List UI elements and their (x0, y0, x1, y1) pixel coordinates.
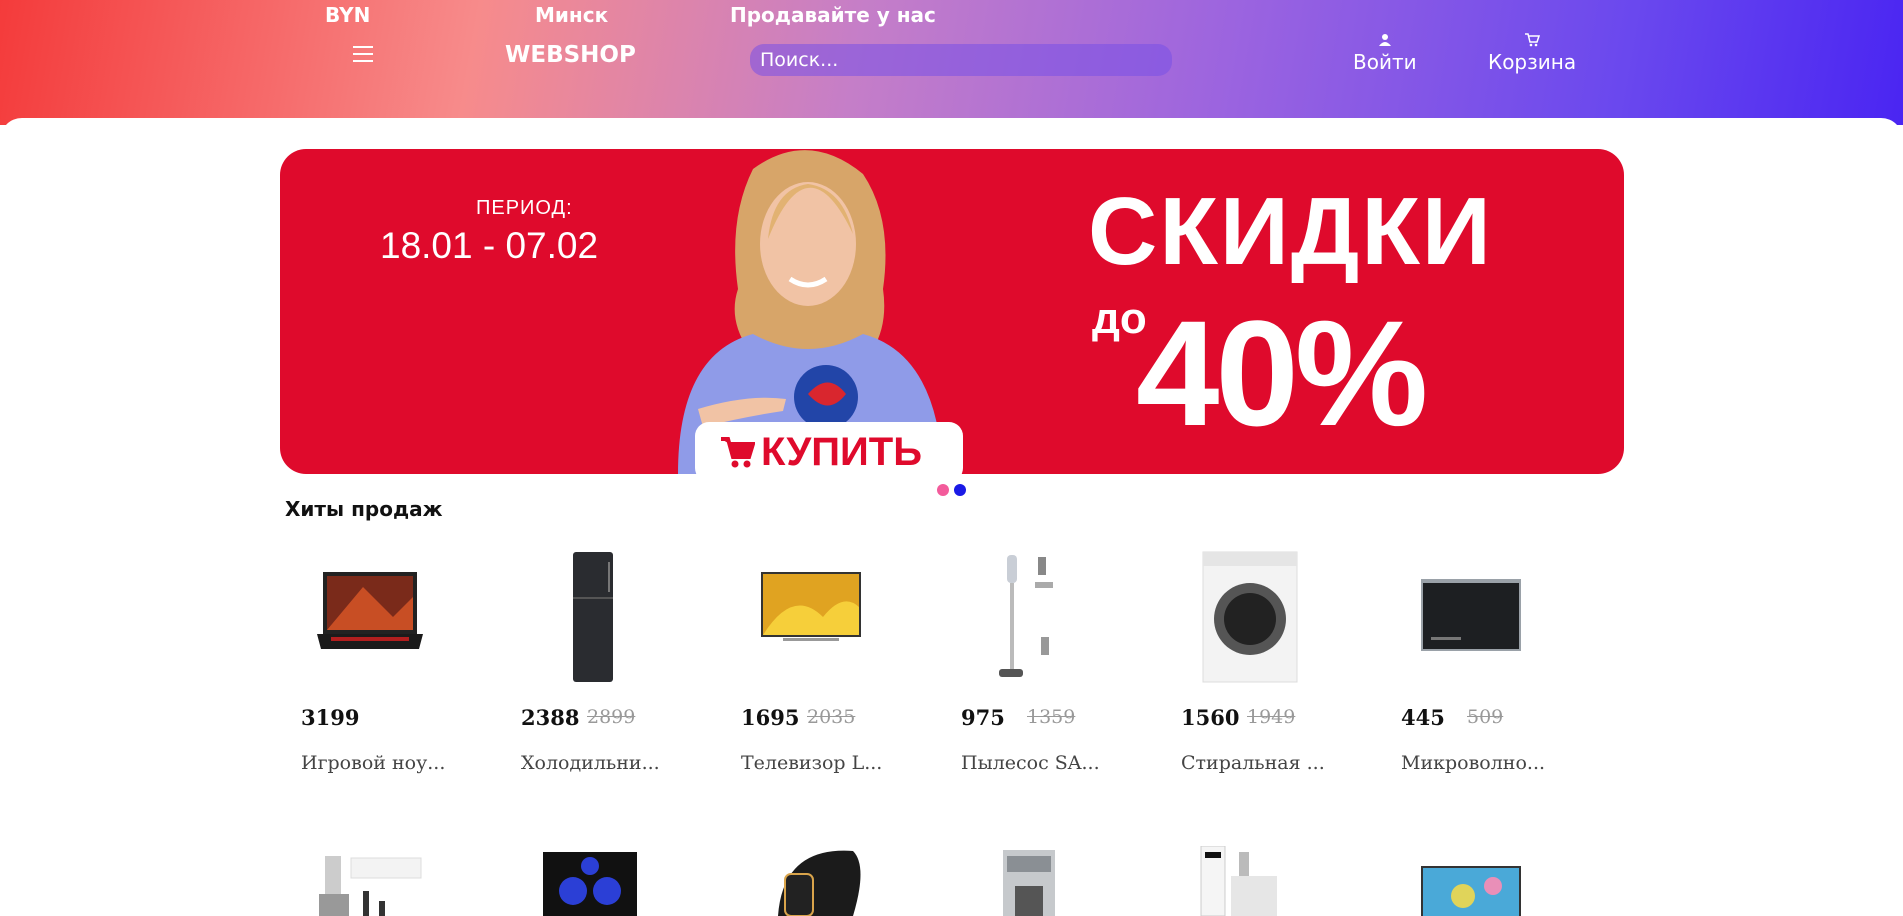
product-name[interactable]: Холодильни... (521, 752, 660, 774)
product-name[interactable]: Микроволно... (1401, 752, 1545, 774)
product-card[interactable]: 1695 2035 Телевизор L... (723, 547, 923, 777)
city-selector[interactable]: Минск (535, 3, 608, 27)
product-price: 975 (961, 705, 1005, 730)
speaker-system-icon[interactable] (503, 846, 703, 916)
cart-label: Корзина (1488, 50, 1577, 74)
vacuum-icon (999, 555, 1053, 677)
product-price: 1560 (1181, 705, 1240, 730)
carousel-dots (937, 484, 966, 496)
sale-title: СКИДКИ (1088, 178, 1493, 285)
login-button[interactable]: Войти (1353, 32, 1417, 74)
product-old-price: 2035 (807, 706, 856, 728)
product-card[interactable]: 1560 1949 Стиральная ... (1163, 547, 1363, 777)
laptop-icon[interactable] (1383, 846, 1583, 916)
cart-button[interactable]: Корзина (1488, 32, 1576, 74)
carousel-dot-1[interactable] (937, 484, 949, 496)
product-old-price: 1359 (1027, 706, 1076, 728)
product-old-price: 2899 (587, 706, 636, 728)
meat-grinder-icon[interactable] (1163, 846, 1363, 916)
hamburger-menu-icon[interactable] (353, 46, 373, 62)
cart-icon (1525, 33, 1541, 47)
grinder-icon[interactable] (283, 846, 483, 916)
fridge-icon (573, 552, 613, 682)
microwave-icon (1421, 579, 1521, 651)
promo-banner[interactable]: ПЕРИОД: 18.01 - 07.02 КУПИТЬ СКИДКИ до 4… (280, 149, 1624, 474)
product-name[interactable]: Телевизор L... (741, 752, 882, 774)
carousel-dot-2[interactable] (954, 484, 966, 496)
buy-button[interactable]: КУПИТЬ (695, 422, 963, 474)
buy-label: КУПИТЬ (761, 429, 922, 474)
product-price: 2388 (521, 705, 580, 730)
product-price: 445 (1401, 705, 1445, 730)
product-card[interactable]: 975 1359 Пылесос SA... (943, 547, 1143, 777)
product-card[interactable]: 2388 2899 Холодильни... (503, 547, 703, 777)
sale-percent: 40% (1136, 289, 1428, 457)
product-price: 3199 (301, 705, 360, 730)
fitness-band-icon[interactable] (723, 846, 923, 916)
laptop-icon (317, 572, 423, 649)
currency-selector[interactable]: BYN (325, 3, 370, 27)
product-old-price: 1949 (1247, 706, 1296, 728)
product-name[interactable]: Стиральная ... (1181, 752, 1325, 774)
product-card[interactable]: 445 509 Микроволно... (1383, 547, 1583, 777)
site-header: BYN Минск Продавайте у нас WEBSHOP Войти… (0, 0, 1903, 125)
sell-with-us-link[interactable]: Продавайте у нас (730, 3, 936, 27)
cart-icon (721, 437, 755, 468)
product-price: 1695 (741, 705, 800, 730)
promo-period-label: ПЕРИОД: (476, 197, 573, 219)
login-label: Войти (1353, 50, 1417, 74)
site-logo[interactable]: WEBSHOP (505, 42, 636, 68)
search-input[interactable] (750, 44, 1172, 76)
coffee-machine-icon[interactable] (943, 846, 1143, 916)
product-name[interactable]: Пылесос SA... (961, 752, 1100, 774)
product-name[interactable]: Игровой ноу... (301, 752, 445, 774)
tv-icon (761, 572, 861, 641)
product-old-price: 509 (1467, 706, 1504, 728)
promo-period-dates: 18.01 - 07.02 (380, 225, 599, 266)
product-card[interactable]: 3199 Игровой ноу... (283, 547, 483, 777)
bestsellers-title: Хиты продаж (285, 497, 443, 521)
washer-icon (1202, 551, 1298, 683)
user-icon (1378, 34, 1391, 46)
